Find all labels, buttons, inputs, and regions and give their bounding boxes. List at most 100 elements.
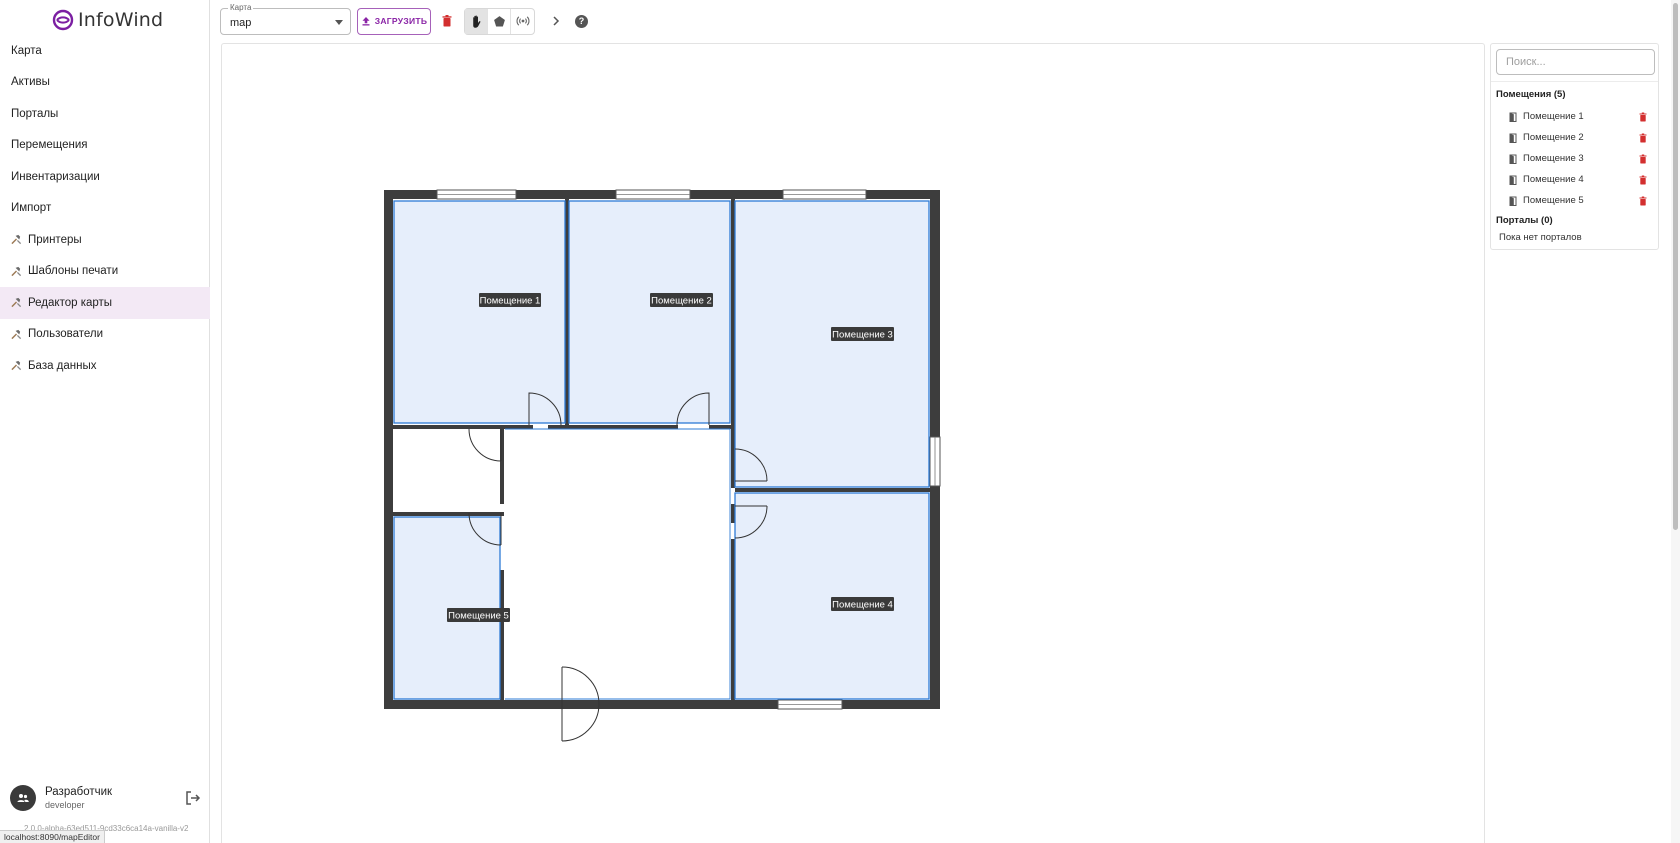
sidebar-item-movements[interactable]: Перемещения <box>0 130 210 162</box>
sidebar-item-label: Шаблоны печати <box>28 265 119 278</box>
scrollbar-thumb[interactable] <box>1673 3 1678 530</box>
tools-icon <box>11 298 22 308</box>
room-label[interactable]: Помещение 3 <box>831 327 894 341</box>
delete-icon[interactable] <box>1638 133 1648 143</box>
search-input[interactable] <box>1496 49 1655 75</box>
page-scrollbar[interactable] <box>1671 0 1680 843</box>
infowind-logo-icon <box>52 9 74 31</box>
room-label[interactable]: Помещение 1 <box>479 293 541 307</box>
room-list-label: Помещение 1 <box>1523 111 1584 122</box>
user-profile: Разработчик developer <box>10 785 202 811</box>
panel-divider <box>1491 81 1658 82</box>
tools-icon <box>11 235 22 245</box>
users-icon <box>17 794 29 802</box>
app-logo[interactable]: InfoWind <box>52 8 163 32</box>
upload-button[interactable]: ЗАГРУЗИТЬ <box>357 7 431 35</box>
portal-mode-button[interactable] <box>511 9 534 34</box>
broadcast-icon <box>516 16 529 26</box>
room-label[interactable]: Помещение 5 <box>447 608 510 622</box>
delete-icon[interactable] <box>1638 175 1648 185</box>
delete-icon[interactable] <box>1638 196 1648 206</box>
sidebar-nav: Карта Активы Порталы Перемещения Инвента… <box>0 35 210 382</box>
map-editor-toolbar: Карта map ЗАГРУЗИТЬ ? <box>220 2 588 35</box>
sidebar-item-map[interactable]: Карта <box>0 35 210 67</box>
list-item[interactable]: Помещение 3 <box>1491 148 1658 169</box>
user-name: Разработчик <box>45 786 113 798</box>
room-list-label: Помещение 5 <box>1523 195 1584 206</box>
delete-icon[interactable] <box>1638 112 1648 122</box>
room-2-shape[interactable] <box>568 200 731 424</box>
portals-section-title: Порталы (0) <box>1496 215 1553 226</box>
map-select-label: Карта <box>228 2 254 12</box>
sidebar-item-inventories[interactable]: Инвентаризации <box>0 161 210 193</box>
door-icon <box>1509 154 1517 164</box>
sidebar: InfoWind Карта Активы Порталы Перемещени… <box>0 0 210 843</box>
polygon-mode-button[interactable] <box>488 8 511 34</box>
status-url: localhost:8090/mapEditor <box>0 830 105 843</box>
tools-icon <box>11 329 22 339</box>
door-icon <box>1509 196 1517 206</box>
sidebar-item-print-templates[interactable]: Шаблоны печати <box>0 256 210 288</box>
room-3-shape[interactable] <box>734 200 930 488</box>
room-list-label: Помещение 4 <box>1523 174 1584 185</box>
delete-map-icon[interactable] <box>440 14 454 28</box>
door-icon <box>1509 112 1517 122</box>
tools-icon <box>11 361 22 371</box>
sidebar-item-label: Принтеры <box>28 233 82 246</box>
door-icon <box>1509 133 1517 143</box>
list-item[interactable]: Помещение 2 <box>1491 127 1658 148</box>
edit-mode-group <box>464 7 535 35</box>
avatar[interactable] <box>10 785 36 811</box>
chevron-right-icon[interactable] <box>549 14 563 28</box>
sidebar-item-label: Активы <box>11 76 50 89</box>
pan-mode-button[interactable] <box>465 8 488 34</box>
user-info: Разработчик developer <box>45 786 184 810</box>
sidebar-item-users[interactable]: Пользователи <box>0 319 210 351</box>
room-label-text: Помещение 3 <box>832 330 893 341</box>
objects-panel: Помещения (5) Помещение 1 Помещение 2 По… <box>1490 43 1659 250</box>
floor-plan[interactable]: Помещение 1 Помещение 2 Помещение 3 Поме… <box>222 44 1486 843</box>
rooms-section-title: Помещения (5) <box>1496 89 1566 100</box>
upload-icon <box>362 17 370 26</box>
list-item[interactable]: Помещение 4 <box>1491 169 1658 190</box>
sidebar-item-label: Перемещения <box>11 139 88 152</box>
sidebar-item-portals[interactable]: Порталы <box>0 98 210 130</box>
map-select[interactable]: Карта map <box>220 2 351 35</box>
sidebar-item-printers[interactable]: Принтеры <box>0 224 210 256</box>
sidebar-item-assets[interactable]: Активы <box>0 67 210 99</box>
upload-button-label: ЗАГРУЗИТЬ <box>374 16 428 26</box>
delete-icon[interactable] <box>1638 154 1648 164</box>
doors <box>468 392 768 742</box>
sidebar-item-import[interactable]: Импорт <box>0 193 210 225</box>
tools-icon <box>11 266 22 276</box>
room-shapes <box>393 200 930 700</box>
sidebar-item-database[interactable]: База данных <box>0 350 210 382</box>
sidebar-item-label: Редактор карты <box>28 296 113 309</box>
map-canvas[interactable]: Помещение 1 Помещение 2 Помещение 3 Поме… <box>221 43 1485 843</box>
hand-icon <box>472 15 480 28</box>
sidebar-item-label: Порталы <box>11 107 59 120</box>
list-item[interactable]: Помещение 1 <box>1491 106 1658 127</box>
room-label[interactable]: Помещение 4 <box>831 597 894 611</box>
rooms-list: Помещение 1 Помещение 2 Помещение 3 Поме… <box>1491 106 1658 211</box>
room-label-text: Помещение 5 <box>448 611 509 622</box>
room-4-shape[interactable] <box>734 492 930 700</box>
portals-empty-message: Пока нет порталов <box>1499 232 1582 243</box>
chevron-down-icon <box>335 19 343 25</box>
corridor-outline <box>505 428 731 700</box>
door-icon <box>1509 175 1517 185</box>
room-list-label: Помещение 3 <box>1523 153 1584 164</box>
sidebar-item-label: Карта <box>11 44 42 57</box>
app-logo-text: InfoWind <box>78 9 164 31</box>
help-icon[interactable]: ? <box>575 14 588 28</box>
room-list-label: Помещение 2 <box>1523 132 1584 143</box>
room-label-text: Помещение 1 <box>480 296 541 307</box>
room-label-text: Помещение 2 <box>651 296 712 307</box>
sidebar-item-label: База данных <box>28 359 97 372</box>
logout-icon[interactable] <box>184 789 202 807</box>
sidebar-item-map-editor[interactable]: Редактор карты <box>0 287 210 319</box>
user-login: developer <box>45 800 85 810</box>
list-item[interactable]: Помещение 5 <box>1491 190 1658 211</box>
room-label[interactable]: Помещение 2 <box>650 293 713 307</box>
room-1-shape[interactable] <box>393 200 566 424</box>
